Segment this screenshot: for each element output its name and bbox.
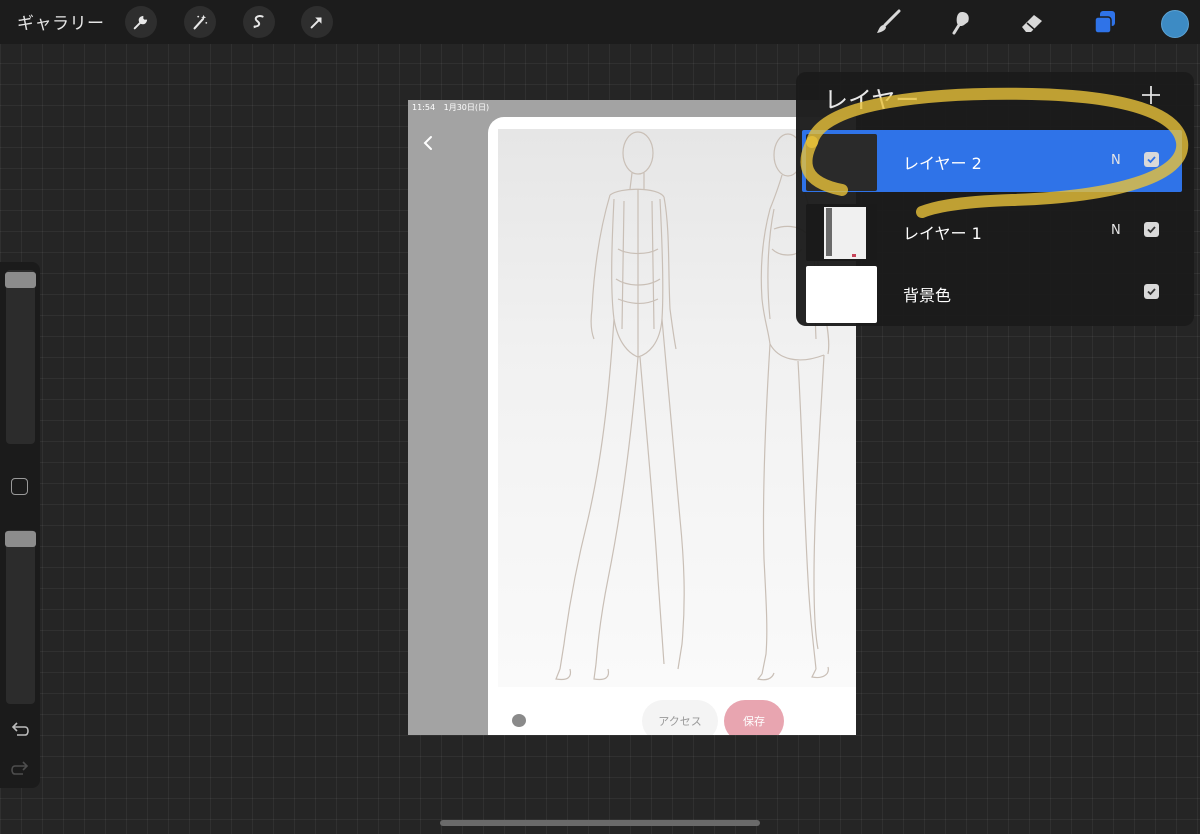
undo-icon[interactable] bbox=[9, 720, 31, 740]
layers-panel: レイヤー レイヤー 2 N レイヤー 1 N 背景色 bbox=[796, 72, 1194, 326]
comment-icon[interactable] bbox=[512, 714, 526, 727]
layers-title: レイヤー bbox=[824, 86, 920, 114]
brush-size-slider-thumb[interactable] bbox=[5, 272, 36, 288]
layers-icon[interactable] bbox=[1089, 6, 1121, 38]
layer-visibility-checkbox[interactable] bbox=[1144, 222, 1159, 237]
add-layer-icon[interactable] bbox=[1139, 83, 1163, 107]
gallery-button[interactable]: ギャラリー bbox=[17, 9, 105, 34]
layer-visibility-checkbox[interactable] bbox=[1144, 152, 1159, 167]
redo-icon[interactable] bbox=[9, 759, 31, 779]
color-picker-button[interactable] bbox=[1161, 10, 1189, 38]
eraser-icon[interactable] bbox=[1016, 6, 1048, 38]
opacity-slider-thumb[interactable] bbox=[5, 531, 36, 547]
blend-mode-button[interactable]: N bbox=[1111, 223, 1121, 238]
opacity-slider[interactable] bbox=[6, 530, 35, 704]
selection-icon[interactable] bbox=[243, 6, 275, 38]
status-time: 11:54 bbox=[412, 103, 436, 112]
home-indicator[interactable] bbox=[440, 820, 760, 826]
blend-mode-button[interactable]: N bbox=[1111, 153, 1121, 168]
layer-name: 背景色 bbox=[903, 286, 952, 305]
left-sidebar bbox=[0, 262, 40, 788]
brush-icon[interactable] bbox=[872, 6, 904, 38]
back-chevron-icon bbox=[423, 136, 432, 150]
brush-size-slider[interactable] bbox=[6, 270, 35, 444]
status-date: 1月30日(日) bbox=[443, 103, 490, 112]
layer-thumbnail bbox=[806, 134, 877, 191]
layer-row-1[interactable]: レイヤー 1 N bbox=[802, 200, 1182, 262]
smudge-icon[interactable] bbox=[946, 6, 978, 38]
arrow-icon[interactable] bbox=[301, 6, 333, 38]
layer-row-2[interactable]: レイヤー 2 N bbox=[802, 130, 1182, 192]
modify-button[interactable] bbox=[11, 478, 28, 495]
background-color-row[interactable]: 背景色 bbox=[802, 262, 1182, 324]
layer-name: レイヤー 2 bbox=[903, 154, 982, 173]
drawing-canvas[interactable]: 11:54 1月30日(日) アクセス 保存 bbox=[408, 100, 856, 735]
layer-visibility-checkbox[interactable] bbox=[1144, 284, 1159, 299]
background-color-swatch bbox=[806, 266, 877, 323]
wrench-icon[interactable] bbox=[125, 6, 157, 38]
access-button[interactable]: アクセス bbox=[642, 700, 718, 735]
layer-name: レイヤー 1 bbox=[903, 224, 982, 243]
layer-thumbnail bbox=[806, 204, 877, 261]
save-button[interactable]: 保存 bbox=[724, 700, 784, 735]
top-toolbar: ギャラリー bbox=[0, 0, 1200, 44]
status-bar: 11:54 1月30日(日) bbox=[412, 102, 489, 113]
magic-wand-icon[interactable] bbox=[184, 6, 216, 38]
